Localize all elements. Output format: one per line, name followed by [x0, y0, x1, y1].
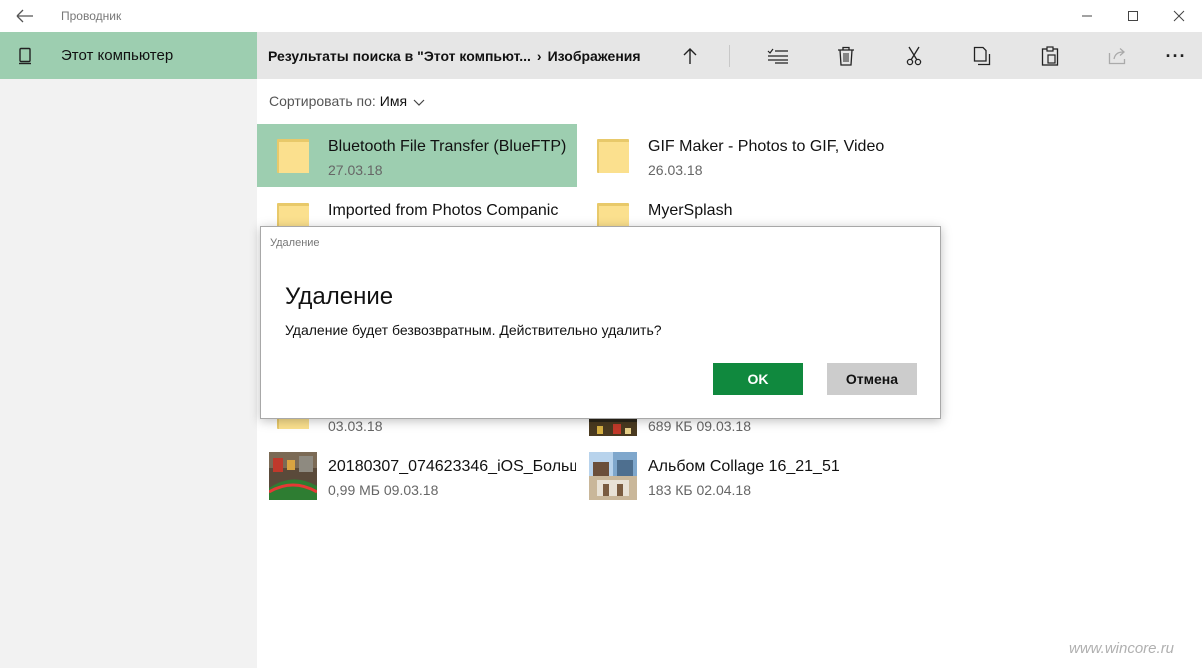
file-meta: 183 КБ 02.04.18	[648, 482, 751, 498]
title-bar: Проводник	[0, 0, 1202, 32]
dialog-heading: Удаление	[285, 283, 394, 310]
dialog-message: Удаление будет безвозвратным. Действител…	[285, 322, 662, 338]
file-meta: 26.03.18	[648, 162, 703, 178]
list-item[interactable]: Альбом Collage 16_21_51 183 КБ 02.04.18	[577, 444, 897, 507]
maximize-icon[interactable]	[1110, 0, 1156, 32]
file-name: Imported from Photos Companic	[328, 202, 559, 219]
back-arrow-icon[interactable]	[14, 7, 36, 25]
list-item[interactable]: Bluetooth File Transfer (BlueFTP) 27.03.…	[257, 124, 577, 187]
breadcrumb: Результаты поиска в "Этот компьют... › Изо…	[268, 48, 641, 64]
file-name: Bluetooth File Transfer (BlueFTP)	[328, 138, 567, 155]
ok-button[interactable]: OK	[713, 363, 803, 395]
photo-thumbnail	[589, 452, 637, 500]
breadcrumb-images[interactable]: Изображения	[548, 48, 641, 64]
list-item[interactable]: GIF Maker - Photos to GIF, Video 26.03.1…	[577, 124, 897, 187]
folder-icon	[589, 132, 637, 180]
file-name: Альбом Collage 16_21_51	[648, 458, 840, 475]
copy-icon[interactable]	[966, 40, 998, 72]
file-meta: 27.03.18	[328, 162, 383, 178]
list-item[interactable]: 20180307_074623346_iOS_Больш 0,99 МБ 09.…	[257, 444, 577, 507]
cut-icon[interactable]	[898, 40, 930, 72]
share-icon[interactable]	[1102, 40, 1134, 72]
breadcrumb-separator: ›	[536, 48, 542, 64]
file-meta: 689 КБ 09.03.18	[648, 418, 751, 434]
photo-thumbnail	[269, 452, 317, 500]
file-meta: 03.03.18	[328, 418, 383, 434]
cancel-button[interactable]: Отмена	[827, 363, 917, 395]
watermark: www.wincore.ru	[1069, 640, 1175, 657]
minimize-icon[interactable]	[1064, 0, 1110, 32]
delete-dialog: Удаление Удаление Удаление будет безвозв…	[260, 226, 941, 419]
file-name: MyerSplash	[648, 202, 733, 219]
toolbar-divider	[729, 45, 730, 67]
computer-icon	[18, 47, 32, 65]
sort-label: Сортировать по:	[269, 93, 376, 109]
sidebar-item-label: Этот компьютер	[61, 47, 174, 64]
up-arrow-icon[interactable]	[674, 40, 706, 72]
sidebar: Этот компьютер	[0, 32, 257, 668]
sort-control[interactable]: Сортировать по: Имя	[269, 93, 425, 110]
more-icon[interactable]: ···	[1160, 40, 1192, 72]
window-title: Проводник	[61, 9, 122, 23]
paste-icon[interactable]	[1034, 40, 1066, 72]
select-icon[interactable]	[762, 40, 794, 72]
file-name: GIF Maker - Photos to GIF, Video	[648, 138, 885, 155]
close-icon[interactable]	[1156, 0, 1202, 32]
delete-icon[interactable]	[830, 40, 862, 72]
breadcrumb-search-results[interactable]: Результаты поиска в "Этот компьют...	[268, 48, 531, 64]
dialog-caption: Удаление	[270, 237, 320, 249]
folder-icon	[269, 132, 317, 180]
sort-value: Имя	[379, 93, 408, 109]
chevron-down-icon	[413, 94, 425, 110]
command-bar: Результаты поиска в "Этот компьют... › Изо…	[257, 32, 1202, 79]
sidebar-item-this-pc[interactable]: Этот компьютер	[0, 32, 257, 79]
file-meta: 0,99 МБ 09.03.18	[328, 482, 439, 498]
file-name: 20180307_074623346_iOS_Больш	[328, 458, 576, 475]
